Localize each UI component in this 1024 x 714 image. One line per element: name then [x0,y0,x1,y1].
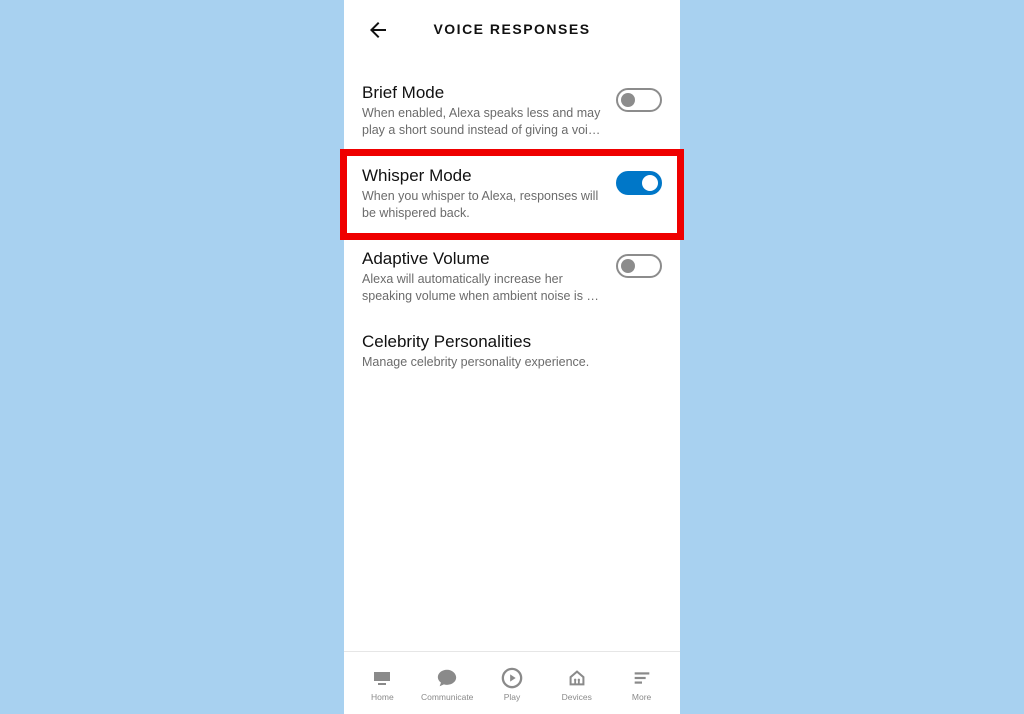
setting-row-brief-mode[interactable]: Brief Mode When enabled, Alexa speaks le… [344,70,680,153]
header-bar: VOICE RESPONSES [344,0,680,58]
setting-desc: Manage celebrity personality experience. [362,354,650,371]
arrow-left-icon [366,18,390,42]
home-icon [370,666,394,690]
setting-title: Celebrity Personalities [362,331,650,352]
chat-icon [435,666,459,690]
toggle-knob [621,93,635,107]
nav-more[interactable]: More [609,666,674,702]
phone-frame: VOICE RESPONSES Brief Mode When enabled,… [344,0,680,714]
nav-label: More [632,692,651,702]
nav-communicate[interactable]: Communicate [415,666,480,702]
setting-text: Celebrity Personalities Manage celebrity… [362,331,662,371]
toggle-brief-mode[interactable] [616,88,662,112]
nav-label: Devices [562,692,592,702]
setting-row-whisper-mode[interactable]: Whisper Mode When you whisper to Alexa, … [344,153,680,236]
nav-label: Play [504,692,521,702]
bottom-nav: Home Communicate Play Devices [344,651,680,714]
devices-icon [565,666,589,690]
setting-title: Brief Mode [362,82,604,103]
setting-text: Adaptive Volume Alexa will automatically… [362,248,616,305]
toggle-whisper-mode[interactable] [616,171,662,195]
setting-row-adaptive-volume[interactable]: Adaptive Volume Alexa will automatically… [344,236,680,319]
page-title: VOICE RESPONSES [344,21,680,37]
nav-label: Communicate [421,692,473,702]
back-button[interactable] [366,18,390,42]
play-icon [500,666,524,690]
setting-text: Whisper Mode When you whisper to Alexa, … [362,165,616,222]
setting-row-celebrity-personalities[interactable]: Celebrity Personalities Manage celebrity… [344,319,680,385]
nav-home[interactable]: Home [350,666,415,702]
setting-text: Brief Mode When enabled, Alexa speaks le… [362,82,616,139]
nav-play[interactable]: Play [480,666,545,702]
nav-label: Home [371,692,394,702]
toggle-knob [621,259,635,273]
setting-title: Whisper Mode [362,165,604,186]
toggle-knob [642,175,658,191]
setting-title: Adaptive Volume [362,248,604,269]
nav-devices[interactable]: Devices [544,666,609,702]
toggle-adaptive-volume[interactable] [616,254,662,278]
settings-list: Brief Mode When enabled, Alexa speaks le… [344,58,680,651]
setting-desc: When you whisper to Alexa, responses wil… [362,188,604,222]
more-icon [630,666,654,690]
setting-desc: When enabled, Alexa speaks less and may … [362,105,604,139]
setting-desc: Alexa will automatically increase her sp… [362,271,604,305]
